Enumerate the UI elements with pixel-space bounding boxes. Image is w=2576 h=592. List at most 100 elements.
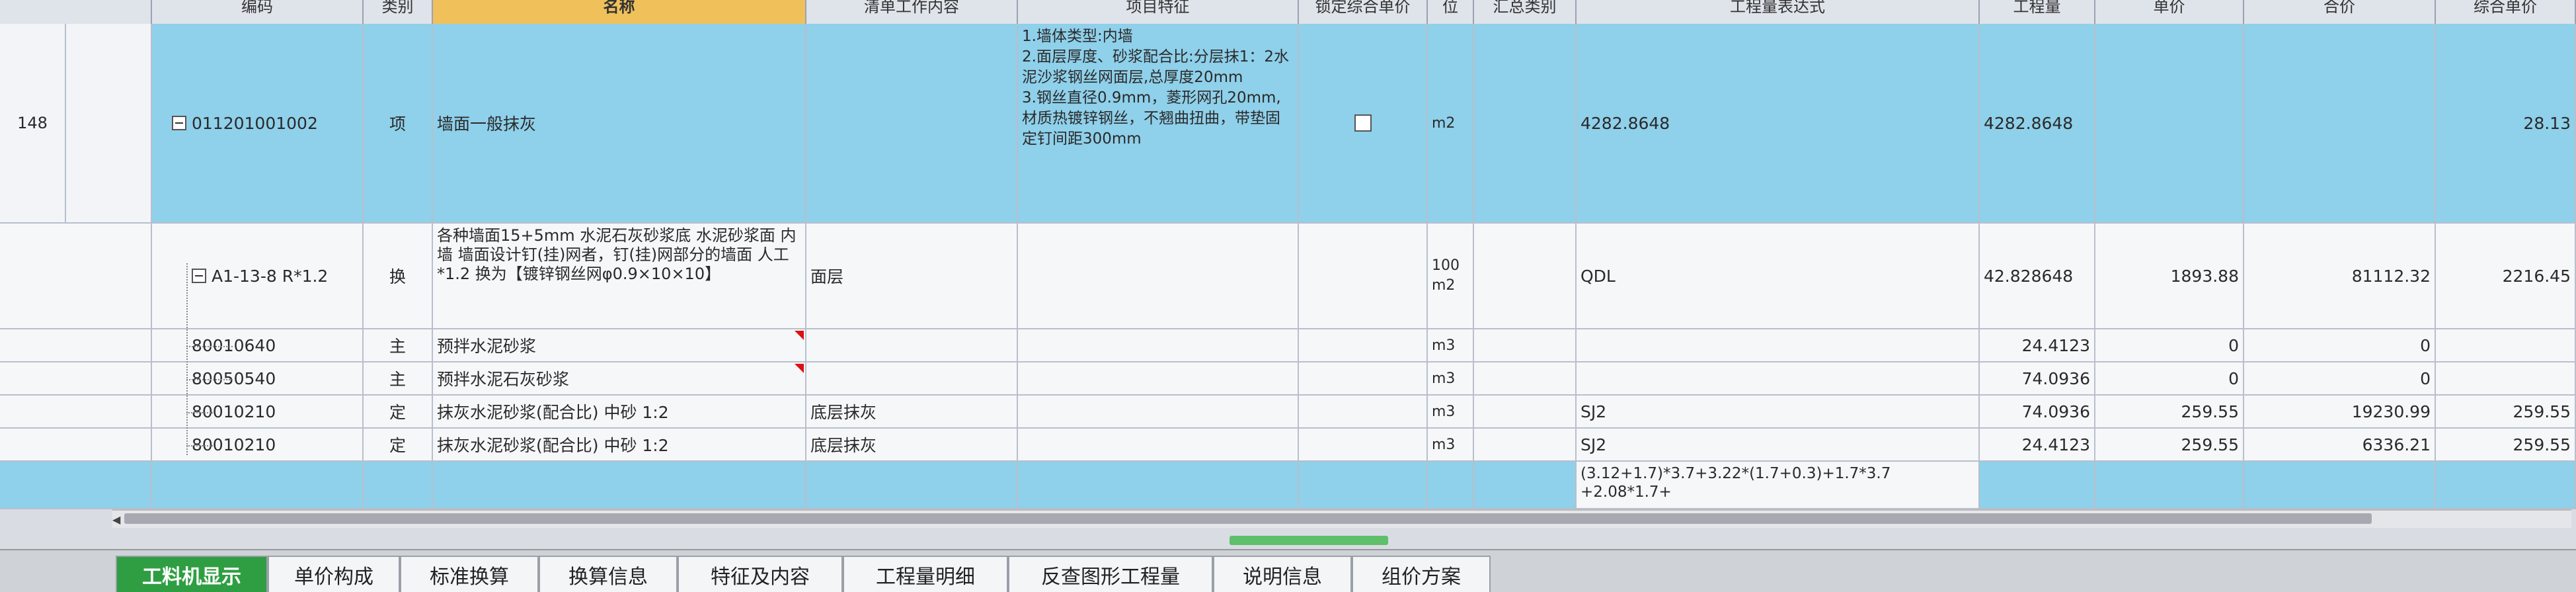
row-name[interactable]: 预拌水泥砂浆 <box>433 329 806 361</box>
row-summary-category[interactable] <box>1474 396 1577 427</box>
row-feature[interactable] <box>1018 224 1299 328</box>
tab-pricing-scheme[interactable]: 组价方案 <box>1352 556 1491 592</box>
row-work-content[interactable]: 面层 <box>806 224 1018 328</box>
row-name[interactable]: 各种墙面15+5mm 水泥石灰砂浆底 水泥砂浆面 内墙 墙面设计钉(挂)网者，钉… <box>433 224 806 328</box>
row-unit-price[interactable]: 0 <box>2095 329 2244 361</box>
row-unit[interactable] <box>1428 462 1474 508</box>
header-locked-price[interactable]: 锁定综合单价 <box>1299 0 1428 24</box>
row-quantity[interactable]: 4282.8648 <box>1980 24 2095 222</box>
row-unit[interactable]: m3 <box>1428 362 1474 394</box>
row-feature[interactable] <box>1018 396 1299 427</box>
row-unit-price[interactable]: 0 <box>2095 362 2244 394</box>
row-category[interactable]: 定 <box>364 396 433 427</box>
header-work-content[interactable]: 清单工作内容 <box>806 0 1018 24</box>
table-row[interactable]: 80010640 主 预拌水泥砂浆 m3 24.4123 0 0 <box>0 329 2576 362</box>
row-locked-price-cell[interactable] <box>1299 462 1428 508</box>
row-work-content[interactable] <box>806 329 1018 361</box>
header-quantity[interactable]: 工程量 <box>1980 0 2095 24</box>
row-feature[interactable] <box>1018 429 1299 460</box>
row-summary-category[interactable] <box>1474 24 1577 222</box>
header-feature[interactable]: 项目特征 <box>1018 0 1299 24</box>
row-work-content[interactable] <box>806 24 1018 222</box>
row-quantity[interactable]: 74.0936 <box>1980 396 2095 427</box>
row-feature[interactable] <box>1018 462 1299 508</box>
tab-features-content[interactable]: 特征及内容 <box>678 556 843 592</box>
row-locked-price-cell[interactable] <box>1299 429 1428 460</box>
row-total[interactable]: 19230.99 <box>2244 396 2436 427</box>
row-category[interactable] <box>364 462 433 508</box>
row-total[interactable]: 0 <box>2244 329 2436 361</box>
row-total[interactable] <box>2244 462 2436 508</box>
row-feature[interactable] <box>1018 329 1299 361</box>
row-code-cell[interactable]: 80010210 <box>152 396 364 427</box>
header-quantity-expr[interactable]: 工程量表达式 <box>1577 0 1980 24</box>
row-unit-price[interactable] <box>2095 462 2244 508</box>
row-code-cell[interactable]: 80010210 <box>152 429 364 460</box>
row-quantity[interactable] <box>1980 462 2095 508</box>
header-summary-category[interactable]: 汇总类别 <box>1474 0 1577 24</box>
row-total[interactable]: 81112.32 <box>2244 224 2436 328</box>
table-row[interactable]: A1-13-8 R*1.2 换 各种墙面15+5mm 水泥石灰砂浆底 水泥砂浆面… <box>0 224 2576 329</box>
row-code-cell[interactable]: 011201001002 <box>152 24 364 222</box>
row-composite-price[interactable] <box>2436 462 2576 508</box>
panel-splitter-handle[interactable] <box>1229 536 1388 545</box>
tab-standard-conversion[interactable]: 标准换算 <box>400 556 539 592</box>
row-category[interactable]: 项 <box>364 24 433 222</box>
row-composite-price[interactable]: 259.55 <box>2436 396 2576 427</box>
row-locked-price-cell[interactable] <box>1299 224 1428 328</box>
row-unit[interactable]: m3 <box>1428 429 1474 460</box>
row-quantity[interactable]: 74.0936 <box>1980 362 2095 394</box>
row-name[interactable]: 墙面一般抹灰 <box>433 24 806 222</box>
row-quantity-expr[interactable]: QDL <box>1577 224 1980 328</box>
table-row[interactable]: 80010210 定 抹灰水泥砂浆(配合比) 中砂 1:2 底层抹灰 m3 SJ… <box>0 429 2576 462</box>
row-unit-price[interactable]: 259.55 <box>2095 396 2244 427</box>
row-code-cell[interactable]: A1-13-8 R*1.2 <box>152 224 364 328</box>
row-unit[interactable]: 100 m2 <box>1428 224 1474 328</box>
row-locked-price-cell[interactable] <box>1299 396 1428 427</box>
row-composite-price[interactable]: 2216.45 <box>2436 224 2576 328</box>
row-category[interactable]: 换 <box>364 224 433 328</box>
row-quantity-expr[interactable]: SJ2 <box>1577 429 1980 460</box>
row-locked-price-cell[interactable] <box>1299 24 1428 222</box>
row-quantity-expr[interactable]: 4282.8648 <box>1577 24 1980 222</box>
row-composite-price[interactable] <box>2436 362 2576 394</box>
header-name[interactable]: 名称 <box>433 0 806 24</box>
collapse-icon[interactable] <box>192 269 206 283</box>
row-unit-price[interactable]: 259.55 <box>2095 429 2244 460</box>
header-unit[interactable]: 位 <box>1428 0 1474 24</box>
tab-unit-price-composition[interactable]: 单价构成 <box>268 556 400 592</box>
locked-price-checkbox[interactable] <box>1354 114 1372 132</box>
row-code-cell[interactable]: 80010640 <box>152 329 364 361</box>
row-code-cell[interactable] <box>152 462 364 508</box>
header-composite-price[interactable]: 综合单价 <box>2436 0 2576 24</box>
scrollbar-thumb[interactable] <box>124 513 2372 524</box>
scroll-left-icon[interactable]: ◀ <box>112 513 120 526</box>
row-composite-price[interactable]: 259.55 <box>2436 429 2576 460</box>
row-name[interactable] <box>433 462 806 508</box>
row-name[interactable]: 抹灰水泥砂浆(配合比) 中砂 1:2 <box>433 396 806 427</box>
row-summary-category[interactable] <box>1474 329 1577 361</box>
row-composite-price[interactable] <box>2436 329 2576 361</box>
tab-labor-material[interactable]: 工料机显示 <box>116 556 268 592</box>
row-unit-price[interactable]: 1893.88 <box>2095 224 2244 328</box>
collapse-icon[interactable] <box>172 116 186 130</box>
row-quantity-expr[interactable]: SJ2 <box>1577 396 1980 427</box>
row-summary-category[interactable] <box>1474 429 1577 460</box>
header-unit-price[interactable]: 单价 <box>2095 0 2244 24</box>
row-total[interactable] <box>2244 24 2436 222</box>
tab-description-info[interactable]: 说明信息 <box>1213 556 1352 592</box>
row-work-content[interactable]: 底层抹灰 <box>806 396 1018 427</box>
row-quantity-expr[interactable] <box>1577 362 1980 394</box>
row-name[interactable]: 预拌水泥石灰砂浆 <box>433 362 806 394</box>
row-work-content[interactable]: 底层抹灰 <box>806 429 1018 460</box>
header-total[interactable]: 合价 <box>2244 0 2436 24</box>
row-summary-category[interactable] <box>1474 362 1577 394</box>
row-name[interactable]: 抹灰水泥砂浆(配合比) 中砂 1:2 <box>433 429 806 460</box>
row-quantity-expr[interactable] <box>1577 329 1980 361</box>
row-unit[interactable]: m3 <box>1428 329 1474 361</box>
row-unit[interactable]: m3 <box>1428 396 1474 427</box>
header-code[interactable]: 编码 <box>152 0 364 24</box>
row-total[interactable]: 6336.21 <box>2244 429 2436 460</box>
row-total[interactable]: 0 <box>2244 362 2436 394</box>
row-category[interactable]: 主 <box>364 329 433 361</box>
